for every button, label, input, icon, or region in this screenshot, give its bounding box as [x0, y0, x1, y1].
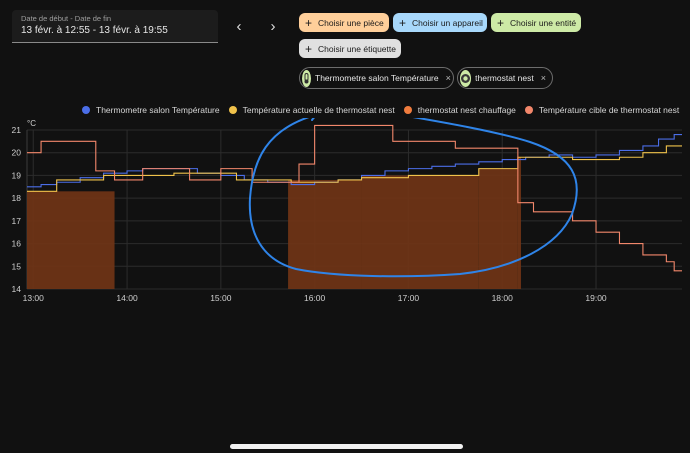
x-tick-label: 19:00: [585, 293, 607, 303]
choose-area-label: Choisir une pièce: [318, 17, 384, 28]
heating-areas: [27, 157, 521, 289]
remove-icon[interactable]: ×: [541, 73, 546, 83]
y-tick-label: 14: [12, 284, 22, 294]
y-axis-label: °C: [27, 119, 36, 128]
y-tick-label: 17: [12, 216, 22, 226]
plus-icon: +: [305, 41, 313, 56]
choose-entity-button[interactable]: + Choisir une entité: [491, 13, 581, 32]
choose-entity-label: Choisir une entité: [510, 17, 577, 28]
plus-icon: +: [305, 15, 313, 30]
x-tick-label: 15:00: [210, 293, 232, 303]
x-tick-label: 16:00: [304, 293, 326, 303]
plus-icon: +: [497, 15, 505, 30]
legend-dot: [82, 106, 90, 114]
x-tick-label: 18:00: [492, 293, 514, 303]
legend-item[interactable]: Thermometre salon Température: [82, 105, 220, 115]
x-tick-label: 13:00: [23, 293, 45, 303]
selected-entity-label: Thermometre salon Température: [315, 73, 439, 83]
thermometer-icon: [302, 69, 311, 87]
heating-area: [361, 175, 479, 289]
legend-label: Température cible de thermostat nest: [538, 105, 680, 115]
legend-item[interactable]: Température cible de thermostat nest: [524, 105, 680, 115]
chart-legend: Thermometre salon Température Températur…: [82, 104, 688, 116]
choose-device-label: Choisir un appareil: [412, 17, 483, 28]
series-line-0: [27, 133, 682, 188]
next-period-button[interactable]: ›: [264, 17, 282, 35]
legend-dot: [403, 106, 412, 114]
history-chart[interactable]: 14 15 16 17 18 19 20 21 13:00 14:00 15:00 16:00 17:0…: [0, 106, 690, 308]
x-tick-label: 14:00: [116, 293, 138, 303]
y-tick-label: 16: [12, 239, 22, 249]
choose-label-label: Choisir une étiquette: [318, 43, 396, 54]
chevron-right-icon: ›: [270, 17, 276, 35]
date-range-value: 13 févr. à 12:55 - 13 févr. à 19:55: [21, 25, 168, 36]
thermostat-icon: [460, 69, 472, 87]
selected-device-label: thermostat nest: [475, 73, 534, 83]
home-indicator[interactable]: [230, 444, 463, 449]
choose-area-button[interactable]: + Choisir une pièce: [299, 13, 389, 32]
y-tick-label: 19: [12, 170, 22, 180]
choose-label-button[interactable]: + Choisir une étiquette: [299, 39, 401, 58]
y-tick-label: 21: [12, 125, 22, 135]
selected-entity-chip[interactable]: Thermometre salon Température ×: [299, 67, 454, 89]
choose-device-button[interactable]: + Choisir un appareil: [393, 13, 487, 32]
plus-icon: +: [399, 15, 407, 30]
y-tick-label: 20: [12, 148, 22, 158]
legend-label: Température actuelle de thermostat nest: [242, 105, 395, 115]
legend-dot: [228, 106, 237, 114]
history-chart-svg: 14 15 16 17 18 19 20 21 13:00 14:00 15:00 16:00 17:0…: [12, 106, 682, 303]
selected-device-chip[interactable]: thermostat nest ×: [457, 67, 553, 89]
legend-item[interactable]: Température actuelle de thermostat nest: [228, 105, 395, 115]
previous-period-button[interactable]: ‹: [230, 17, 248, 35]
heating-area: [27, 191, 115, 289]
legend-item[interactable]: thermostat nest chauffage: [403, 105, 516, 115]
x-tick-label: 17:00: [398, 293, 420, 303]
y-tick-label: 15: [12, 261, 22, 271]
legend-label: Thermometre salon Température: [96, 105, 220, 115]
legend-label: thermostat nest chauffage: [417, 105, 516, 115]
remove-icon[interactable]: ×: [446, 73, 451, 83]
date-range-label: Date de début - Date de fin: [21, 14, 112, 23]
chevron-left-icon: ‹: [236, 17, 242, 35]
y-tick-label: 18: [12, 193, 22, 203]
date-range-picker[interactable]: Date de début - Date de fin 13 févr. à 1…: [12, 10, 218, 43]
legend-dot: [524, 106, 533, 114]
